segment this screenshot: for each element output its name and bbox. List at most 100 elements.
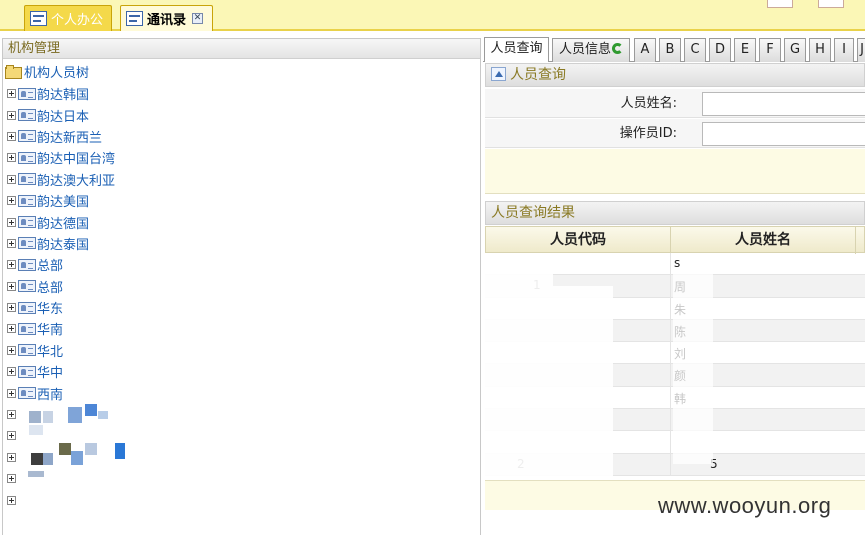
tree-node[interactable]: 总部 — [7, 276, 115, 297]
tab-letter-h[interactable]: H — [809, 38, 831, 62]
tree-node-label[interactable]: 华北 — [37, 341, 63, 360]
tree-node[interactable]: 韵达韩国 — [7, 83, 115, 104]
org-unit-icon — [18, 258, 36, 271]
org-unit-icon — [18, 322, 36, 335]
tree-node-label[interactable]: 韵达新西兰 — [37, 127, 102, 146]
column-header-code[interactable]: 人员代码 — [486, 227, 671, 254]
org-unit-icon — [18, 173, 36, 186]
tree-node-label[interactable]: 韵达泰国 — [37, 234, 89, 253]
tree-node[interactable]: 韵达新西兰 — [7, 126, 115, 147]
tree-node[interactable]: 韵达泰国 — [7, 233, 115, 254]
tab-person-query[interactable]: 人员查询 — [484, 37, 549, 62]
expand-icon[interactable] — [7, 388, 16, 398]
expand-icon[interactable] — [7, 174, 16, 184]
org-unit-icon — [18, 344, 36, 357]
window-control[interactable] — [818, 0, 844, 8]
person-name-input[interactable] — [702, 92, 865, 116]
tree-node[interactable]: 韵达中国台湾 — [7, 147, 115, 168]
tree-node[interactable]: 华北 — [7, 340, 115, 361]
window-control[interactable] — [767, 0, 793, 8]
expand-icon[interactable] — [7, 474, 16, 484]
tree-node-label[interactable]: 韵达美国 — [37, 191, 89, 210]
tree-node-label[interactable]: 西南 — [37, 384, 63, 403]
tree-root-label: 机构人员树 — [24, 65, 90, 81]
expand-icon[interactable] — [7, 324, 16, 334]
expand-icon[interactable] — [7, 110, 16, 120]
org-unit-icon — [18, 237, 36, 250]
tree-node[interactable]: 韵达澳大利亚 — [7, 169, 115, 190]
expand-icon[interactable] — [7, 153, 16, 163]
expand-icon[interactable] — [7, 217, 16, 227]
tab-person-info-label: 人员信息 — [558, 42, 611, 57]
tree-node[interactable]: 韵达德国 — [7, 211, 115, 232]
expand-icon[interactable] — [7, 260, 16, 270]
expand-icon[interactable] — [7, 131, 16, 141]
org-unit-icon — [18, 301, 36, 314]
doc-edit-icon — [30, 11, 47, 26]
tree-node-label[interactable]: 韵达日本 — [37, 106, 89, 125]
tree-node-label[interactable]: 华东 — [37, 298, 63, 317]
expand-icon[interactable] — [7, 452, 16, 462]
tab-letter-b[interactable]: B — [659, 38, 681, 62]
tree-node[interactable]: 华中 — [7, 361, 115, 382]
tab-letter-f[interactable]: F — [759, 38, 781, 62]
org-unit-icon — [18, 109, 36, 122]
expand-icon[interactable] — [7, 89, 16, 99]
tree-node[interactable]: 韵达美国 — [7, 190, 115, 211]
tree-node-label[interactable]: 总部 — [37, 255, 63, 274]
refresh-icon[interactable] — [612, 43, 623, 54]
query-section-header: 人员查询 — [485, 63, 865, 87]
person-panel: 人员查询 人员信息 A B C D E F G H I J 人员查询 人员姓名:… — [483, 36, 865, 535]
query-section-title: 人员查询 — [510, 67, 566, 83]
org-unit-icon — [18, 216, 36, 229]
expand-icon[interactable] — [7, 345, 16, 355]
tree-node-label[interactable]: 韵达韩国 — [37, 84, 89, 103]
tree-node[interactable]: 西南 — [7, 382, 115, 403]
tree-node[interactable] — [7, 489, 115, 510]
tab-letter-i[interactable]: I — [834, 38, 854, 62]
name-field-label: 人员姓名: — [620, 96, 677, 111]
tab-letter-a[interactable]: A — [634, 38, 656, 62]
tab-address-book-label: 通讯录 — [147, 13, 187, 28]
cell-name: s — [674, 256, 681, 270]
tree-node-label[interactable]: 华中 — [37, 362, 63, 381]
expand-icon[interactable] — [7, 238, 16, 248]
tree-node-label[interactable]: 总部 — [37, 277, 63, 296]
expand-icon[interactable] — [7, 367, 16, 377]
tab-letter-e[interactable]: E — [734, 38, 756, 62]
tree-node-label[interactable]: 韵达中国台湾 — [37, 148, 115, 167]
contacts-icon — [126, 11, 143, 26]
expand-icon[interactable] — [7, 410, 16, 420]
tree-node-label[interactable]: 韵达澳大利亚 — [37, 170, 115, 189]
org-unit-icon — [18, 194, 36, 207]
tab-address-book[interactable]: 通讯录 ✕ — [120, 5, 213, 31]
tab-personal-office[interactable]: 个人办公 — [24, 5, 112, 31]
column-header-name[interactable]: 人员姓名 — [671, 227, 856, 254]
expand-icon[interactable] — [7, 303, 16, 313]
tab-person-info[interactable]: 人员信息 — [552, 38, 630, 62]
expand-icon[interactable] — [7, 281, 16, 291]
tab-personal-office-label: 个人办公 — [51, 13, 104, 28]
tree-node[interactable]: 韵达日本 — [7, 104, 115, 125]
expand-icon[interactable] — [7, 196, 16, 206]
org-unit-icon — [18, 87, 36, 100]
tree-node[interactable]: 总部 — [7, 254, 115, 275]
tree-node-label[interactable]: 韵达德国 — [37, 213, 89, 232]
close-icon[interactable]: ✕ — [192, 13, 204, 24]
collapse-icon[interactable] — [491, 67, 506, 81]
panel-title: 机构管理 — [3, 39, 480, 59]
results-section-title: 人员查询结果 — [491, 205, 575, 221]
tree-node-label[interactable]: 华南 — [37, 319, 63, 338]
right-tab-strip: 人员查询 人员信息 A B C D E F G H I J — [483, 36, 865, 62]
tab-letter-g[interactable]: G — [784, 38, 806, 62]
tree-node[interactable]: 华南 — [7, 318, 115, 339]
tab-letter-c[interactable]: C — [684, 38, 706, 62]
expand-icon[interactable] — [7, 431, 16, 441]
org-unit-icon — [18, 151, 36, 164]
expand-icon[interactable] — [7, 495, 16, 505]
tree-root[interactable]: 机构人员树 — [5, 61, 89, 81]
operator-id-input[interactable] — [702, 122, 865, 146]
tree-node[interactable]: 华东 — [7, 297, 115, 318]
tab-letter-j[interactable]: J — [857, 38, 865, 62]
tab-letter-d[interactable]: D — [709, 38, 731, 62]
